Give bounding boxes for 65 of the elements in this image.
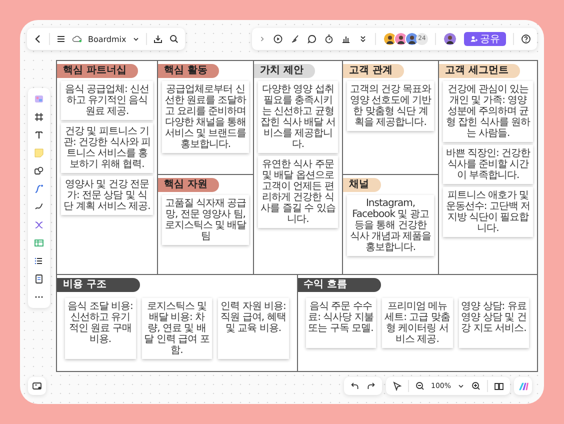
sticky-note: 영양 상담: 유료 영양 상담 및 건강 지도 서비스. <box>458 298 529 348</box>
sticky-note: 인력 자원 비용: 직원 급여, 혜택 및 교육 비용. <box>218 298 288 359</box>
ai-logo <box>518 382 528 390</box>
text-icon[interactable] <box>34 130 44 140</box>
cloud-icon <box>72 34 82 44</box>
help-icon[interactable] <box>521 34 531 44</box>
undo-icon[interactable] <box>350 381 360 391</box>
section-label: 핵심 자원 <box>158 178 220 192</box>
sticky-note: 바쁜 직장인: 건강한 식사를 준비할 시간이 부족합니다. <box>443 145 533 184</box>
document-icon[interactable] <box>34 274 44 284</box>
sticky-note: 음식 공급업체: 신선하고 유기적인 음식 원료 제공. <box>61 81 153 120</box>
connector-icon[interactable] <box>34 220 44 230</box>
zoom-out-icon[interactable] <box>414 381 425 391</box>
sticky-note: 건강에 관심이 있는 개인 및 가족: 영양 성분에 주의하며 균형 잡힌 식사를 원하는 사람들. <box>443 81 533 142</box>
timer-icon[interactable] <box>324 34 334 44</box>
sticky-note: 음식 주문 수수료: 식사당 지불 또는 구독 모델. <box>306 298 376 348</box>
caret-icon[interactable] <box>132 35 140 43</box>
minimap-icon <box>32 381 42 391</box>
search-icon[interactable] <box>169 34 180 44</box>
menu-icon[interactable] <box>56 34 66 44</box>
caret-icon[interactable] <box>457 382 465 390</box>
section-label: 핵심 활동 <box>158 64 220 78</box>
board-name[interactable]: Boardmix <box>88 34 126 44</box>
ai-logo-button[interactable] <box>514 377 532 395</box>
sticky-note: 공급업체로부터 신선한 원료를 조달하고 요리를 준비하며 다양한 채널을 통해 서비스 및 브랜드를 홍보합니다. <box>162 81 249 153</box>
sticky-note: 고객의 건강 목표와 영양 선호도에 기반한 맞춤형 식단 계획을 제공합니다. <box>347 81 434 131</box>
pen-icon[interactable] <box>34 202 44 212</box>
brush-icon[interactable] <box>290 34 300 44</box>
sticky-note: Instagram, Facebook 및 광고 등을 통해 건강한 식사 개념과 제품을 홍보합니다. <box>347 195 434 256</box>
back-icon[interactable] <box>33 34 43 44</box>
minimap-button[interactable] <box>28 377 46 395</box>
sticky-note: 프리미엄 메뉴 세트: 고급 맞춤형 케이터링 서비스 제공. <box>382 298 452 348</box>
redo-icon[interactable] <box>366 381 376 391</box>
sticky-note: 로지스틱스 및 배달 비용: 차량, 연료 및 배달 인력 급여 포함. <box>142 298 212 359</box>
section-label: 고객 관계 <box>343 64 404 78</box>
section-label: 고객 세그먼트 <box>439 64 520 78</box>
zoom-in-icon[interactable] <box>471 381 481 391</box>
download-icon[interactable] <box>153 34 164 44</box>
table-icon[interactable] <box>34 238 44 248</box>
section-label: 핵심 파트너십 <box>57 64 138 78</box>
frame-icon[interactable] <box>34 112 44 122</box>
section-label: 가치 제안 <box>254 64 316 78</box>
section-label: 채널 <box>343 178 381 192</box>
pointer-icon[interactable] <box>392 381 402 391</box>
list-icon[interactable] <box>34 256 44 266</box>
sticky-note: 다양한 영양 섭취 필요를 충족시키는 신선하고 균형 잡힌 식사 배달 서비스를 제공합니다. <box>258 81 338 153</box>
user-add-icon <box>470 35 478 43</box>
comment-icon[interactable] <box>307 34 317 44</box>
chevron-icon[interactable] <box>258 35 266 43</box>
sticky-note: 고품질 식자재 공급망, 전문 영양사 팀, 로지스틱스 및 배달 팀 <box>162 195 249 246</box>
user-avatar[interactable] <box>443 32 457 46</box>
curve-icon[interactable] <box>34 184 44 194</box>
sticky-note: 건강 및 피트니스 기관: 건강한 식사와 피트니스 서비스를 홍보하기 위해 협력. <box>61 123 153 173</box>
section-label: 비용 구조 <box>57 278 140 292</box>
sticky-note: 음식 조달 비용: 신선하고 유기적인 원료 구매 비용. <box>65 298 136 359</box>
sticky-note: 영양사 및 건강 전문가: 전문 상담 및 식단 계획 서비스 제공. <box>61 176 153 215</box>
book-icon[interactable] <box>494 381 504 391</box>
chart-icon[interactable] <box>341 34 351 44</box>
share-button[interactable]: 공유 <box>464 32 506 46</box>
section-label: 수익 흐름 <box>298 278 381 292</box>
play-icon[interactable] <box>273 34 283 44</box>
double-chevron-icon[interactable] <box>358 34 368 44</box>
sticky-note: 피트니스 애호가 및 운동선수: 고단백 저지방 식단이 필요합니다. <box>443 187 533 237</box>
shapes-icon[interactable] <box>34 166 44 176</box>
sticky-note: 유연한 식사 주문 및 배달 옵션으로 고객이 언제든 편리하게 건강한 식사를 즐길 수 있습니다. <box>258 156 338 228</box>
